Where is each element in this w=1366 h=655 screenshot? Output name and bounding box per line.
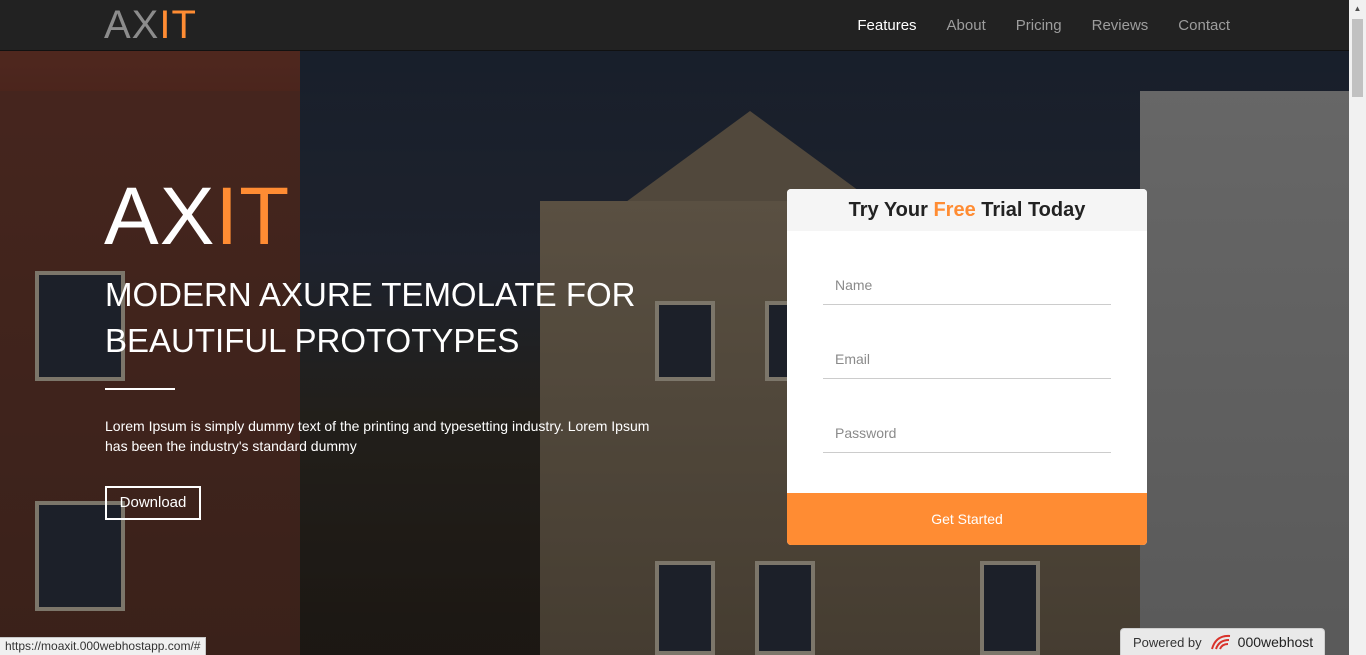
trial-form: Try Your Free Trial Today Get Started	[787, 189, 1147, 545]
powered-by-badge[interactable]: Powered by 000webhost	[1120, 628, 1325, 655]
hero-subtitle: MODERN AXURE TEMOLATE FOR BEAUTIFUL PROT…	[105, 276, 636, 359]
nav-link-features[interactable]: Features	[842, 0, 931, 51]
hero-title-part1: AX	[104, 171, 216, 262]
nav-link-contact[interactable]: Contact	[1163, 0, 1245, 51]
hero-title-part2: IT	[215, 171, 291, 262]
trial-header-before: Try Your	[848, 199, 934, 221]
trial-header-after: Trial Today	[975, 199, 1086, 221]
brand-part2: IT	[159, 3, 197, 47]
nav-link-about[interactable]: About	[932, 0, 1001, 51]
trial-form-header: Try Your Free Trial Today	[787, 189, 1147, 231]
webhost-logo-icon	[1210, 633, 1232, 651]
nav-links: Features About Pricing Reviews Contact	[842, 0, 1245, 51]
password-input[interactable]	[823, 413, 1111, 453]
download-button[interactable]: Download	[105, 486, 201, 520]
scroll-up-arrow-icon[interactable]: ▲	[1349, 0, 1366, 17]
navbar: AXIT Features About Pricing Reviews Cont…	[0, 0, 1349, 51]
hero-title: AXIT	[104, 172, 290, 262]
status-bar-url: https://moaxit.000webhostapp.com/#	[0, 637, 207, 655]
webhost-name: 000webhost	[1237, 634, 1314, 650]
powered-by-label: Powered by	[1133, 634, 1202, 650]
hero-divider	[105, 388, 175, 390]
brand-logo[interactable]: AXIT	[104, 3, 197, 47]
email-input[interactable]	[823, 339, 1111, 379]
brand-part1: AX	[104, 3, 160, 47]
nav-link-reviews[interactable]: Reviews	[1077, 0, 1164, 51]
hero-description: Lorem Ipsum is simply dummy text of the …	[105, 418, 650, 454]
name-input[interactable]	[823, 265, 1111, 305]
get-started-button[interactable]: Get Started	[787, 493, 1147, 545]
trial-header-highlight: Free	[933, 199, 976, 221]
scroll-thumb[interactable]	[1352, 19, 1363, 97]
page-scrollbar[interactable]: ▲	[1349, 0, 1366, 655]
nav-link-pricing[interactable]: Pricing	[1001, 0, 1077, 51]
